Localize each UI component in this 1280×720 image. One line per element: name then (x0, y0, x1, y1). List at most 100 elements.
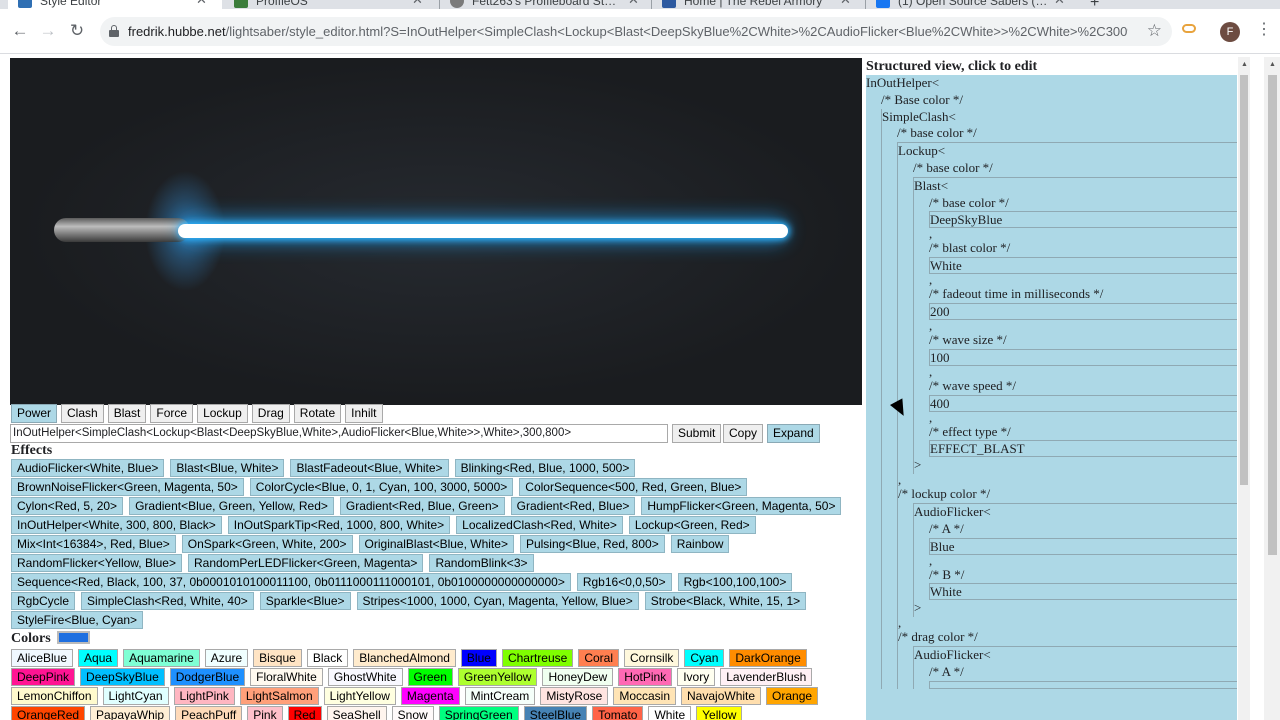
audioflicker2-a-value[interactable] (929, 680, 1237, 689)
tab-open-source-sabers[interactable]: (1) Open Source Sabers (Teensy/ ✕ (866, 0, 1078, 9)
color-chip-black[interactable]: Black (306, 649, 349, 667)
node-blast[interactable]: Blast< (914, 178, 1237, 195)
extension-icon[interactable] (1182, 24, 1196, 33)
blast-color-value[interactable]: White (929, 257, 1237, 275)
color-chip-aliceblue[interactable]: AliceBlue (11, 649, 74, 667)
color-chip-lightyellow[interactable]: LightYellow (323, 687, 396, 705)
color-chip-blue[interactable]: Blue (460, 649, 497, 667)
color-chip-hotpink[interactable]: HotPink (618, 668, 673, 686)
reload-icon[interactable]: ↻ (66, 21, 88, 41)
expand-button[interactable]: Expand (767, 424, 820, 443)
color-chip-mintcream[interactable]: MintCream (464, 687, 536, 705)
address-bar[interactable]: fredrik.hubbe.net/lightsaber/style_edito… (100, 17, 1172, 46)
color-chip-bisque[interactable]: Bisque (253, 649, 302, 667)
color-chip-darkorange[interactable]: DarkOrange (729, 649, 807, 667)
effect-chip[interactable]: StyleFire<Blue, Cyan> (11, 611, 144, 629)
color-chip-blanchedalmond[interactable]: BlanchedAlmond (353, 649, 456, 667)
current-color-swatch[interactable] (57, 631, 90, 644)
color-chip-peachpuff[interactable]: PeachPuff (175, 706, 243, 720)
wave-size-value[interactable]: 100 (929, 348, 1237, 366)
color-chip-lemonchiffon[interactable]: LemonChiffon (11, 687, 98, 705)
tab-rebel-armory[interactable]: Home | The Rebel Armory ✕ (652, 0, 866, 9)
color-chip-white[interactable]: White (648, 706, 692, 720)
color-chip-tomato[interactable]: Tomato (592, 706, 644, 720)
effect-chip[interactable]: Rgb<100,100,100> (677, 573, 793, 591)
effect-chip[interactable]: Blinking<Red, Blue, 1000, 500> (454, 459, 636, 477)
kebab-menu-icon[interactable]: ⋮ (1256, 21, 1272, 39)
effect-chip[interactable]: LocalizedClash<Red, White> (456, 516, 623, 534)
color-chip-yellow[interactable]: Yellow (696, 706, 743, 720)
audioflicker-a-value[interactable]: Blue (929, 537, 1237, 555)
structured-view-scrollbar[interactable]: ▲ (1238, 57, 1250, 720)
drag-button[interactable]: Drag (251, 404, 290, 423)
effect-chip[interactable]: InOutHelper<White, 300, 800, Black> (11, 516, 222, 534)
tab-proffieos[interactable]: ProffieOS ✕ (224, 0, 440, 9)
scroll-thumb[interactable] (1268, 75, 1277, 555)
tab-style-editor[interactable]: Style Editor ✕ (8, 0, 222, 9)
effect-chip[interactable]: HumpFlicker<Green, Magenta, 50> (641, 497, 842, 515)
color-chip-ivory[interactable]: Ivory (677, 668, 716, 686)
color-chip-chartreuse[interactable]: Chartreuse (501, 649, 574, 667)
color-chip-orangered[interactable]: OrangeRed (11, 706, 86, 720)
color-chip-cyan[interactable]: Cyan (684, 649, 725, 667)
color-chip-aqua[interactable]: Aqua (78, 649, 119, 667)
color-chip-red[interactable]: Red (287, 706, 322, 720)
color-chip-snow[interactable]: Snow (391, 706, 434, 720)
close-icon[interactable]: ✕ (1054, 0, 1065, 8)
effect-chip[interactable]: Gradient<Red, Blue, Green> (339, 497, 505, 515)
effect-chip[interactable]: Pulsing<Blue, Red, 800> (519, 535, 665, 553)
color-chip-lightsalmon[interactable]: LightSalmon (239, 687, 319, 705)
fadeout-time-value[interactable]: 200 (929, 302, 1237, 320)
blast-base-color-value[interactable]: DeepSkyBlue (929, 211, 1237, 229)
color-chip-deeppink[interactable]: DeepPink (11, 668, 76, 686)
color-chip-seashell[interactable]: SeaShell (326, 706, 387, 720)
effect-chip[interactable]: Stripes<1000, 1000, Cyan, Magenta, Yello… (356, 592, 639, 610)
tab-fett263[interactable]: Fett263's Proffieboard Style Libr ✕ (440, 0, 652, 9)
submit-button[interactable]: Submit (672, 424, 722, 443)
wave-speed-value[interactable]: 400 (929, 394, 1237, 412)
color-chip-dodgerblue[interactable]: DodgerBlue (169, 668, 246, 686)
node-audioflicker-2[interactable]: AudioFlicker< (914, 647, 1237, 664)
effect-chip[interactable]: Blast<Blue, White> (170, 459, 285, 477)
effect-chip[interactable]: Gradient<Red, Blue> (510, 497, 636, 515)
effect-chip[interactable]: BlastFadeout<Blue, White> (290, 459, 449, 477)
color-chip-springgreen[interactable]: SpringGreen (438, 706, 519, 720)
style-input[interactable]: InOutHelper<SimpleClash<Lockup<Blast<Dee… (10, 424, 668, 443)
blast-button[interactable]: Blast (107, 404, 147, 423)
effect-chip[interactable]: AudioFlicker<White, Blue> (11, 459, 165, 477)
color-chip-azure[interactable]: Azure (204, 649, 249, 667)
close-icon[interactable]: ✕ (628, 0, 639, 8)
lock-icon[interactable] (109, 25, 119, 37)
clash-button[interactable]: Clash (61, 404, 104, 423)
color-chip-green[interactable]: Green (407, 668, 453, 686)
power-button[interactable]: Power (11, 404, 58, 423)
effect-chip[interactable]: OriginalBlast<Blue, White> (358, 535, 514, 553)
color-chip-floralwhite[interactable]: FloralWhite (250, 668, 323, 686)
close-icon[interactable]: ✕ (196, 0, 207, 8)
scroll-up-arrow-icon[interactable]: ▲ (1241, 61, 1248, 68)
page-scrollbar[interactable]: ▲ (1264, 57, 1280, 720)
back-arrow-icon[interactable]: ← (9, 21, 31, 41)
close-icon[interactable]: ✕ (412, 0, 423, 8)
color-chip-magenta[interactable]: Magenta (400, 687, 460, 705)
effect-chip[interactable]: Lockup<Green, Red> (628, 516, 756, 534)
audioflicker-b-value[interactable]: White (929, 583, 1237, 601)
node-audioflicker[interactable]: AudioFlicker< (914, 504, 1237, 521)
color-chip-orange[interactable]: Orange (766, 687, 819, 705)
effect-chip[interactable]: RgbCycle (11, 592, 76, 610)
color-chip-pink[interactable]: Pink (247, 706, 283, 720)
node-simpleclash[interactable]: SimpleClash< (882, 109, 1237, 126)
force-button[interactable]: Force (150, 404, 194, 423)
effect-chip[interactable]: Sparkle<Blue> (259, 592, 351, 610)
structured-view[interactable]: InOutHelper< /* Base color */ SimpleClas… (866, 75, 1237, 720)
saber-preview-canvas[interactable] (10, 58, 862, 405)
effect-chip[interactable]: InOutSparkTip<Red, 1000, 800, White> (227, 516, 451, 534)
color-chip-steelblue[interactable]: SteelBlue (523, 706, 588, 720)
node-inouthelper[interactable]: InOutHelper< (866, 75, 1237, 92)
effect-chip[interactable]: RandomFlicker<Yellow, Blue> (11, 554, 182, 572)
effect-chip[interactable]: Strobe<Black, White, 15, 1> (644, 592, 807, 610)
effect-chip[interactable]: SimpleClash<Red, White, 40> (81, 592, 254, 610)
color-chip-greenyellow[interactable]: GreenYellow (457, 668, 538, 686)
color-chip-honeydew[interactable]: HoneyDew (542, 668, 614, 686)
inhilt-button[interactable]: Inhilt (345, 404, 383, 423)
